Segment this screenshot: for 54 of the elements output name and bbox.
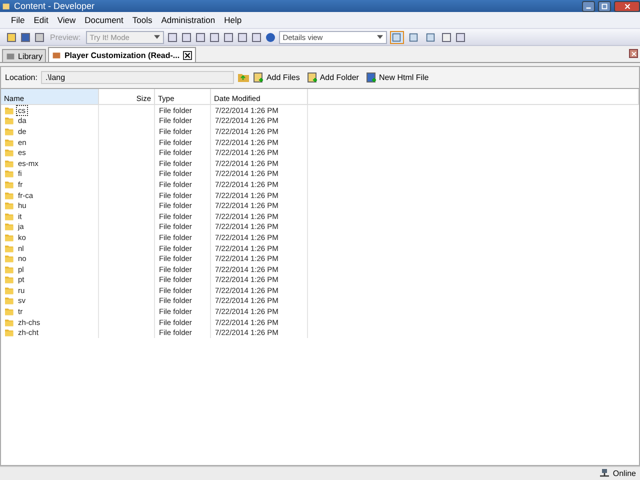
network-icon xyxy=(598,468,610,479)
menu-item[interactable]: Tools xyxy=(129,15,158,25)
status-text: Online xyxy=(612,469,636,478)
folder-icon xyxy=(5,275,14,284)
menu-item[interactable]: Document xyxy=(82,15,130,25)
close-icon xyxy=(184,52,191,58)
restore-button[interactable] xyxy=(598,0,611,12)
toolbar-action[interactable]: New Html File xyxy=(366,72,432,83)
folder-icon xyxy=(5,264,14,274)
menu-item[interactable]: Help xyxy=(221,15,248,25)
close-button[interactable] xyxy=(614,0,640,12)
folder-icon xyxy=(5,307,14,316)
app-icon xyxy=(2,2,11,10)
view-mode-button[interactable] xyxy=(390,30,404,44)
toolbar-action[interactable]: Add Folder xyxy=(306,72,362,83)
folder-icon xyxy=(5,296,14,306)
folder-icon xyxy=(5,126,14,136)
folder-icon xyxy=(5,180,14,189)
restore-icon xyxy=(601,2,608,10)
caret-icon xyxy=(376,35,383,39)
folder-icon xyxy=(5,138,14,147)
location-field[interactable]: .\lang xyxy=(41,71,234,84)
folder-icon xyxy=(5,201,14,210)
window-title: Content - Developer xyxy=(14,1,96,11)
menu-item[interactable]: Edit xyxy=(30,15,54,25)
caret-icon xyxy=(154,35,160,39)
folder-icon xyxy=(5,244,14,253)
folder-icon xyxy=(5,158,14,168)
folder-icon xyxy=(5,286,14,295)
location-label: Location: xyxy=(5,73,38,82)
menu-item[interactable]: View xyxy=(54,15,82,25)
folder-icon xyxy=(5,148,14,158)
close-icon xyxy=(630,50,636,56)
folder-icon xyxy=(5,106,14,115)
folder-icon xyxy=(5,232,14,242)
folder-up-icon[interactable] xyxy=(238,72,250,83)
document-add-icon xyxy=(366,72,377,83)
tab[interactable]: Library xyxy=(2,49,46,62)
close-tab-button[interactable] xyxy=(182,50,192,60)
close-icon xyxy=(624,2,630,10)
minimize-button[interactable] xyxy=(582,0,595,12)
menu-item[interactable]: Administration xyxy=(158,15,222,25)
folder-icon xyxy=(5,116,14,126)
tab[interactable]: Player Customization (Read-... xyxy=(48,47,196,62)
folder-icon xyxy=(5,328,14,338)
close-panel-button[interactable] xyxy=(629,49,638,58)
folder-icon xyxy=(5,254,14,264)
folder-icon xyxy=(5,212,14,221)
folder-icon xyxy=(5,169,14,178)
menu-item[interactable]: File xyxy=(8,15,31,25)
folder-icon xyxy=(5,190,14,200)
folder-icon xyxy=(5,222,14,232)
toolbar-action[interactable]: Add Files xyxy=(253,72,303,83)
folder-icon xyxy=(5,318,14,327)
